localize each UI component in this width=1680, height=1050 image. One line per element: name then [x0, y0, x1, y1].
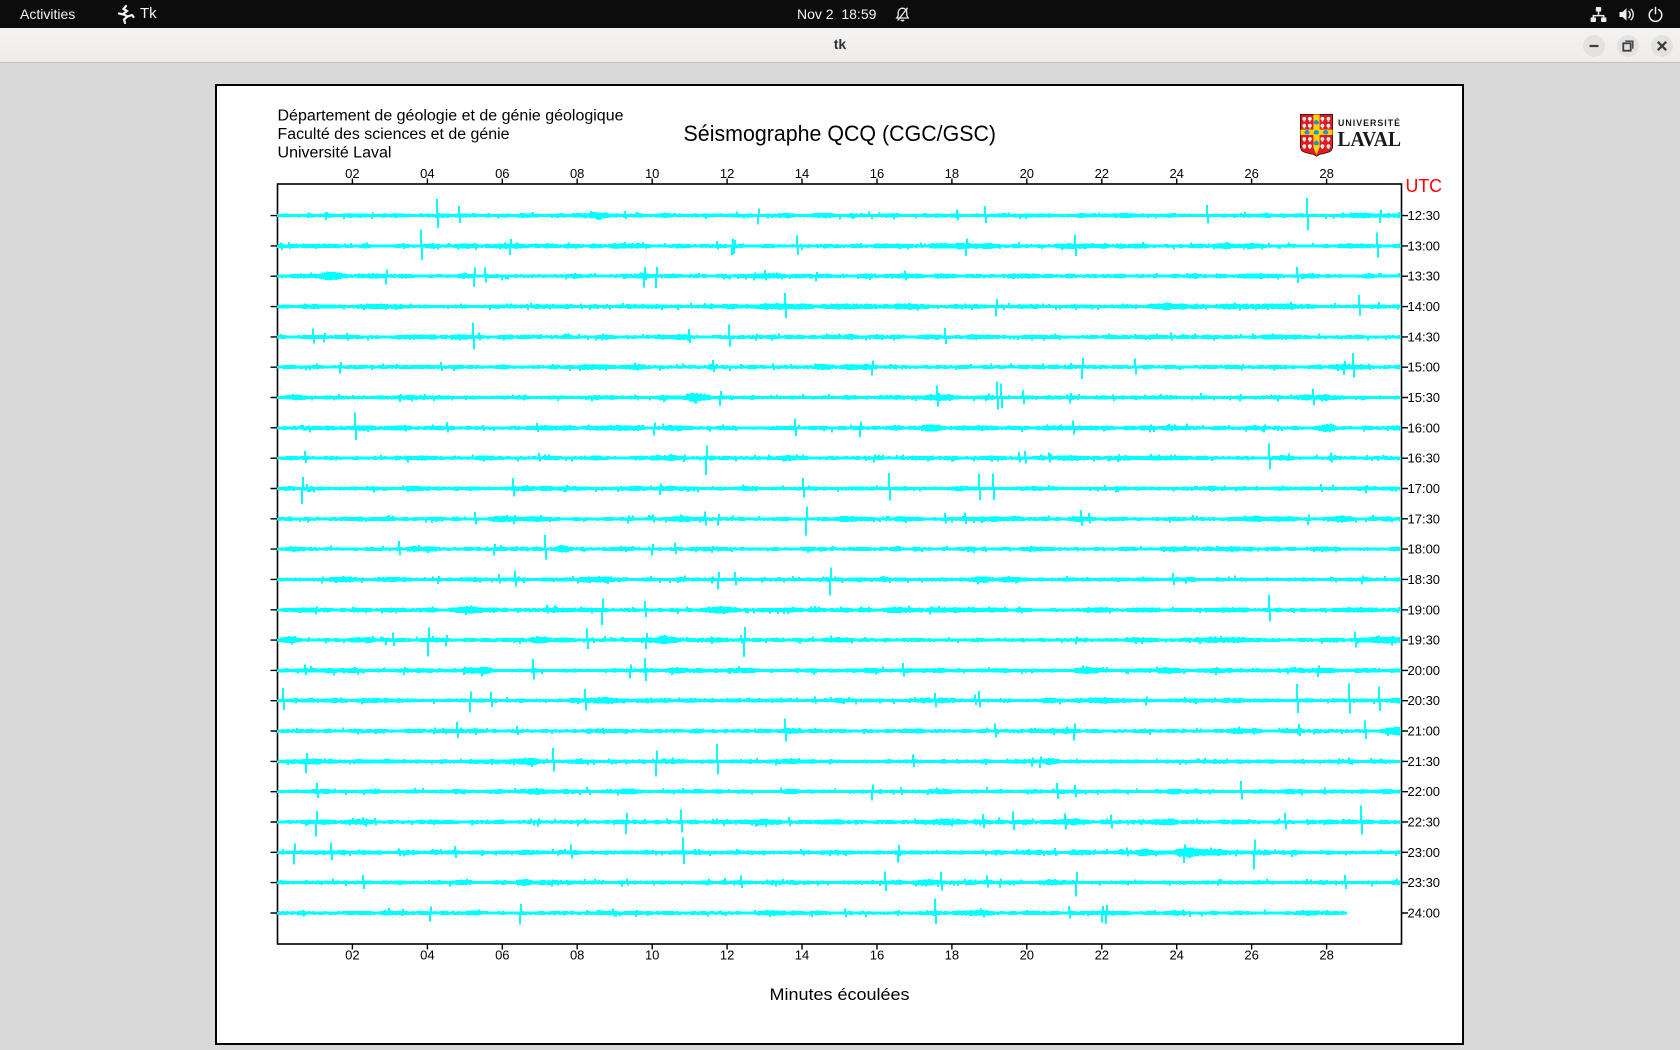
svg-text:Université Laval: Université Laval [278, 144, 392, 161]
svg-text:15:30: 15:30 [1408, 390, 1441, 405]
svg-text:26: 26 [1244, 166, 1258, 181]
svg-text:06: 06 [495, 166, 509, 181]
svg-text:28: 28 [1319, 948, 1333, 963]
svg-text:18:00: 18:00 [1408, 542, 1441, 557]
svg-text:16: 16 [870, 166, 884, 181]
svg-text:Séismographe QCQ (CGC/GSC): Séismographe QCQ (CGC/GSC) [684, 121, 997, 146]
svg-text:UTC: UTC [1406, 175, 1443, 196]
svg-text:02: 02 [345, 166, 359, 181]
svg-text:12: 12 [720, 948, 734, 963]
svg-text:17:30: 17:30 [1408, 511, 1441, 526]
svg-text:20:00: 20:00 [1408, 663, 1441, 678]
svg-text:10: 10 [645, 166, 659, 181]
svg-text:21:30: 21:30 [1408, 754, 1441, 769]
svg-text:20: 20 [1020, 166, 1034, 181]
svg-text:15:00: 15:00 [1408, 360, 1441, 375]
svg-text:04: 04 [420, 166, 434, 181]
svg-text:26: 26 [1244, 948, 1258, 963]
svg-text:22: 22 [1095, 948, 1109, 963]
svg-text:14: 14 [795, 948, 809, 963]
svg-text:24:00: 24:00 [1408, 906, 1441, 921]
svg-text:13:30: 13:30 [1408, 269, 1441, 284]
svg-text:19:00: 19:00 [1408, 602, 1441, 617]
svg-text:Faculté des sciences et de gén: Faculté des sciences et de génie [278, 126, 510, 143]
svg-text:14: 14 [795, 166, 809, 181]
svg-text:24: 24 [1169, 166, 1183, 181]
svg-text:08: 08 [570, 166, 584, 181]
svg-text:16:00: 16:00 [1408, 420, 1441, 435]
svg-text:22:30: 22:30 [1408, 815, 1441, 830]
svg-text:13:00: 13:00 [1408, 238, 1441, 253]
svg-text:14:00: 14:00 [1408, 299, 1441, 314]
svg-text:12: 12 [720, 166, 734, 181]
svg-text:16:30: 16:30 [1408, 451, 1441, 466]
svg-text:12:30: 12:30 [1408, 208, 1441, 223]
svg-text:Minutes écoulées: Minutes écoulées [770, 985, 910, 1004]
svg-text:23:00: 23:00 [1408, 845, 1441, 860]
svg-text:04: 04 [420, 948, 434, 963]
svg-text:02: 02 [345, 948, 359, 963]
svg-text:Département de géologie et de: Département de géologie et de génie géol… [278, 107, 624, 124]
svg-text:21:00: 21:00 [1408, 724, 1441, 739]
svg-text:20: 20 [1020, 948, 1034, 963]
svg-text:10: 10 [645, 948, 659, 963]
svg-text:18:30: 18:30 [1408, 572, 1441, 587]
svg-text:22:00: 22:00 [1408, 784, 1441, 799]
svg-text:LAVAL: LAVAL [1338, 127, 1402, 151]
svg-text:28: 28 [1319, 166, 1333, 181]
svg-text:06: 06 [495, 948, 509, 963]
svg-text:20:30: 20:30 [1408, 693, 1441, 708]
svg-text:23:30: 23:30 [1408, 875, 1441, 890]
svg-text:14:30: 14:30 [1408, 329, 1441, 344]
svg-text:17:00: 17:00 [1408, 481, 1441, 496]
svg-text:08: 08 [570, 948, 584, 963]
svg-text:19:30: 19:30 [1408, 633, 1441, 648]
svg-text:22: 22 [1095, 166, 1109, 181]
svg-text:24: 24 [1169, 948, 1183, 963]
svg-text:16: 16 [870, 948, 884, 963]
svg-text:18: 18 [945, 166, 959, 181]
svg-text:18: 18 [945, 948, 959, 963]
